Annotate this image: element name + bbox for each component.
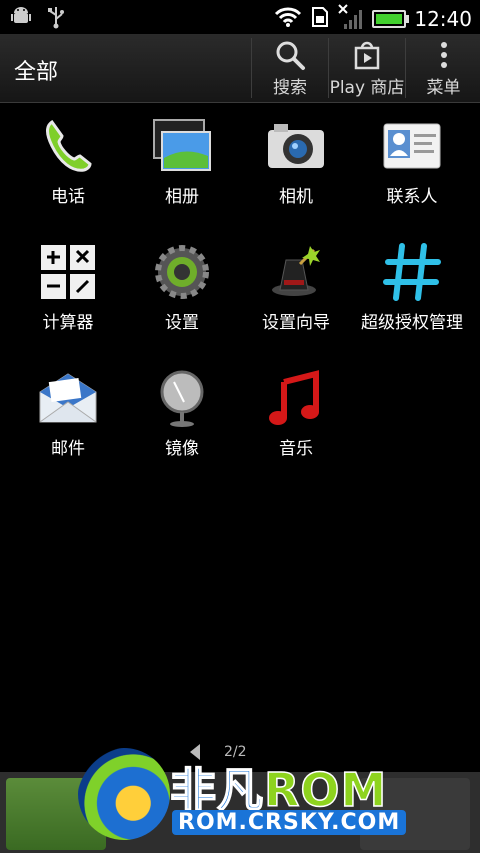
app-label: 邮件	[51, 439, 85, 459]
search-icon	[274, 38, 306, 71]
app-label: 镜像	[165, 439, 199, 459]
app-label: 音乐	[279, 439, 313, 459]
contacts-icon	[382, 116, 442, 176]
menu-button[interactable]: 菜单	[405, 38, 480, 98]
app-label: 联系人	[386, 187, 438, 207]
app-mail[interactable]: 邮件	[8, 360, 128, 470]
calculator-icon	[38, 242, 98, 302]
sd-card-icon	[310, 5, 330, 33]
watermark-url: ROM.CRSKY.COM	[172, 810, 407, 835]
android-debug-icon	[10, 5, 32, 33]
app-settings[interactable]: 设置	[122, 234, 242, 344]
app-calculator[interactable]: 计算器	[8, 234, 128, 344]
crsky-logo-icon	[78, 748, 170, 840]
app-label: 相机	[279, 187, 313, 207]
menu-overflow-icon	[439, 38, 449, 71]
usb-icon	[46, 5, 66, 33]
page-title[interactable]: 全部	[14, 54, 58, 86]
play-store-icon	[351, 38, 383, 71]
app-label: 电话	[51, 187, 85, 207]
app-gallery[interactable]: 相册	[122, 108, 242, 218]
app-mirror[interactable]: 镜像	[122, 360, 242, 470]
search-label: 搜索	[273, 78, 307, 98]
app-label: 设置	[165, 313, 199, 333]
settings-gear-icon	[152, 242, 212, 302]
app-setup-wizard[interactable]: 设置向导	[236, 234, 356, 344]
mail-envelope-icon	[38, 368, 98, 428]
watermark-title-b: ROM	[263, 762, 388, 818]
action-bar: 全部 搜索 Play 商店 菜单	[0, 34, 480, 103]
menu-label: 菜单	[426, 78, 461, 98]
app-phone[interactable]: 电话	[8, 108, 128, 218]
status-bar: 12:40	[0, 0, 480, 34]
gallery-icon	[152, 116, 212, 176]
mirror-icon	[152, 368, 212, 428]
app-label: 设置向导	[262, 313, 330, 333]
app-label: 计算器	[42, 313, 94, 333]
app-label: 超级授权管理	[361, 313, 463, 333]
app-contacts[interactable]: 联系人	[352, 108, 472, 218]
play-store-label: Play 商店	[329, 78, 405, 98]
no-signal-icon	[338, 4, 364, 34]
app-camera[interactable]: 相机	[236, 108, 356, 218]
watermark-title-a: 非凡	[169, 762, 264, 818]
watermark-logo: 非凡ROM ROM.CRSKY.COM	[72, 744, 422, 849]
phone-icon	[38, 116, 98, 176]
wifi-icon	[274, 6, 302, 32]
app-superuser[interactable]: 超级授权管理	[352, 234, 472, 344]
setup-wizard-hat-icon	[266, 242, 326, 302]
play-store-button[interactable]: Play 商店	[328, 38, 405, 98]
superuser-hash-icon	[382, 242, 442, 302]
status-time: 12:40	[414, 7, 472, 31]
battery-icon	[372, 10, 410, 28]
search-button[interactable]: 搜索	[251, 38, 328, 98]
music-note-icon	[266, 368, 326, 428]
camera-icon	[266, 116, 326, 176]
app-label: 相册	[165, 187, 199, 207]
app-music[interactable]: 音乐	[236, 360, 356, 470]
